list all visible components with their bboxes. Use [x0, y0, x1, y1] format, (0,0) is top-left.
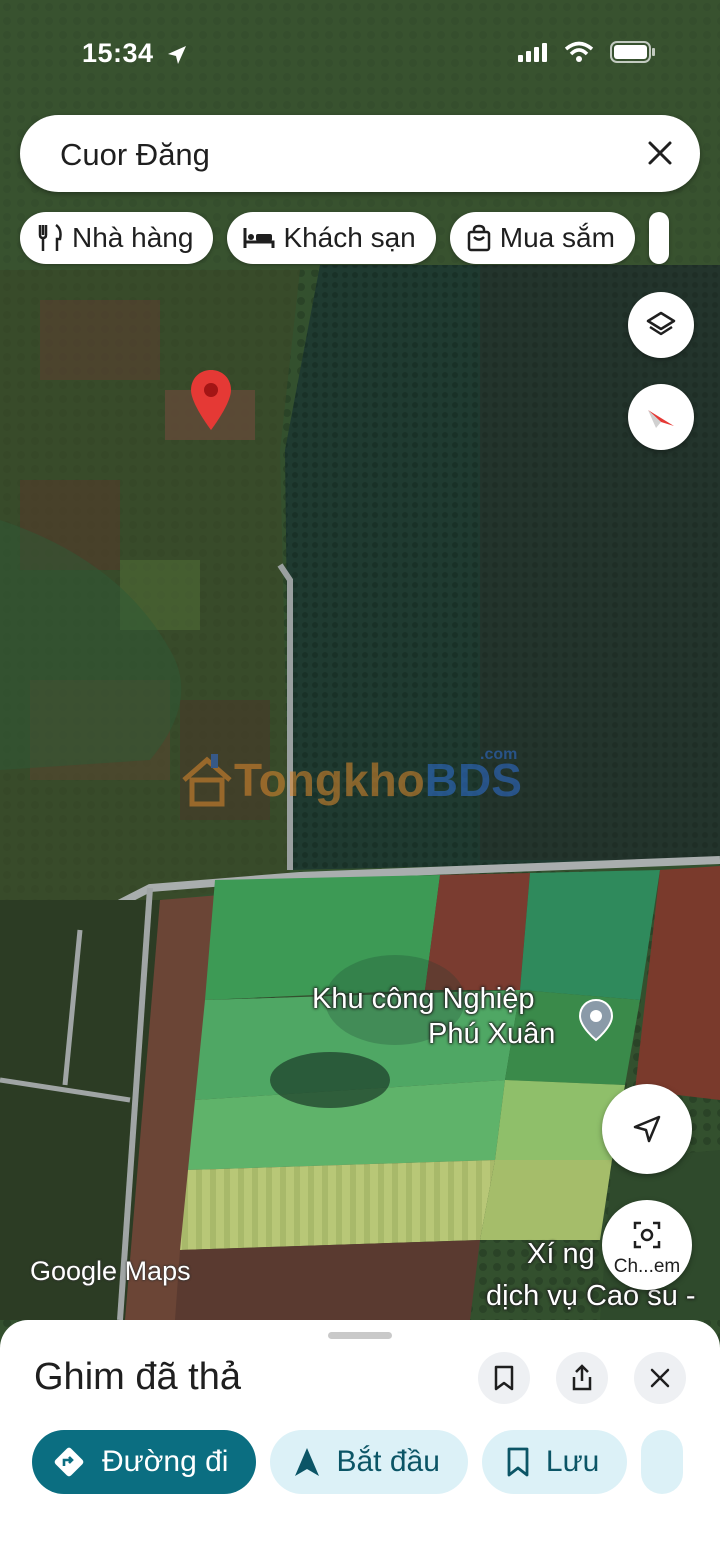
search-bar[interactable]: Cuor Đăng: [20, 115, 700, 192]
action-buttons: Đường đi Bắt đầu Lưu: [32, 1430, 684, 1494]
battery-icon: [610, 41, 655, 63]
action-label: Lưu: [545, 1445, 600, 1478]
search-query[interactable]: Cuor Đăng: [60, 137, 210, 173]
close-icon: [650, 1368, 670, 1388]
chip-label: Mua sắm: [499, 222, 615, 253]
my-location-button[interactable]: [602, 1084, 692, 1174]
camera-search-icon: [633, 1221, 661, 1249]
bookmark-icon: [494, 1365, 514, 1391]
image-search-button[interactable]: Ch...em: [602, 1200, 692, 1290]
chip-label: Khách sạn: [283, 222, 416, 253]
place-label-industrial[interactable]: Khu công Nghiệp Phú Xuân: [312, 983, 555, 1051]
close-sheet-button[interactable]: [634, 1352, 686, 1404]
dropped-pin-marker[interactable]: [189, 368, 233, 432]
navigation-arrow-icon: [295, 1448, 320, 1476]
restaurant-icon: [38, 223, 62, 251]
layers-button[interactable]: [628, 292, 694, 358]
layers-icon: [646, 311, 676, 336]
chip-label: Nhà hàng: [72, 222, 194, 253]
start-button[interactable]: Bắt đầu: [270, 1430, 468, 1494]
image-search-label: Ch...em: [613, 1256, 681, 1277]
wifi-icon: [564, 41, 594, 62]
status-time: 15:34: [82, 38, 154, 68]
cellular-signal-icon: [518, 43, 547, 62]
google-maps-attribution: Google Maps: [30, 1256, 191, 1286]
category-chips: Nhà hàng Khách sạn Mua sắm: [20, 212, 669, 266]
share-icon: [572, 1364, 592, 1391]
share-button[interactable]: [556, 1352, 608, 1404]
chip-hotels[interactable]: Khách sạn: [227, 212, 436, 264]
chip-restaurants[interactable]: Nhà hàng: [20, 212, 214, 264]
place-marker-icon[interactable]: [578, 998, 614, 1042]
bookmark-icon: [507, 1447, 529, 1477]
place-label-line: Phú Xuân: [428, 1018, 556, 1050]
compass-button[interactable]: [628, 384, 694, 450]
hotel-icon: [243, 228, 275, 248]
place-label-line: Khu công Nghiệp: [312, 983, 535, 1015]
chip-shopping[interactable]: Mua sắm: [449, 212, 635, 264]
navigation-arrow-icon: [633, 1115, 661, 1143]
save-button[interactable]: Lưu: [481, 1430, 628, 1494]
action-label: Bắt đầu: [336, 1445, 440, 1478]
directions-button[interactable]: Đường đi: [32, 1430, 257, 1494]
place-label-factory-1[interactable]: Xí ng: [527, 1238, 595, 1271]
action-label: Đường đi: [102, 1445, 229, 1478]
watermark-part1: Tongkho: [234, 754, 425, 806]
place-title: Ghim đã thả: [34, 1356, 241, 1398]
place-bottom-sheet[interactable]: Ghim đã thả Đường đi Bắt đầu Lưu: [0, 1320, 720, 1564]
location-arrow-icon: [168, 46, 186, 64]
compass-icon: [648, 410, 674, 428]
drag-handle[interactable]: [328, 1332, 392, 1339]
more-action-button[interactable]: [641, 1430, 684, 1494]
directions-icon: [54, 1447, 84, 1477]
save-icon-button[interactable]: [478, 1352, 530, 1404]
close-icon[interactable]: [644, 137, 676, 169]
watermark-suffix: .com: [480, 746, 518, 763]
shopping-bag-icon: [467, 224, 491, 252]
status-bar: 15:34: [0, 28, 720, 78]
watermark: Tongkho BDS .com: [180, 746, 522, 808]
chip-more[interactable]: [648, 212, 669, 264]
house-logo-icon: [182, 754, 232, 807]
